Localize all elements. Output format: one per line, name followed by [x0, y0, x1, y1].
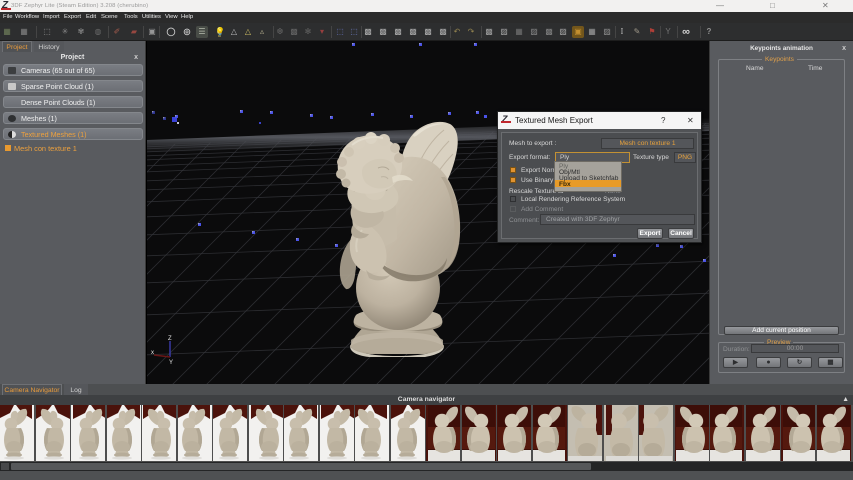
svg-text:x: x	[151, 350, 154, 356]
svg-text:Y: Y	[169, 360, 173, 366]
svg-text:Z: Z	[168, 336, 172, 342]
